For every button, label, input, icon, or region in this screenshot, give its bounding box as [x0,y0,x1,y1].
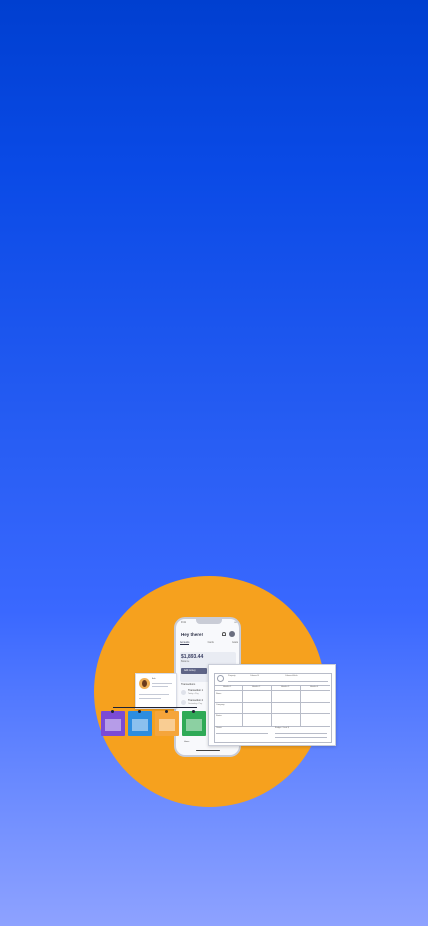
doc-column-rule [271,685,272,726]
color-card [155,709,179,736]
doc-rule [228,681,328,682]
transaction-subtitle: Yesterday • Pay [188,702,203,705]
user-card-line [139,698,161,699]
doc-rule [214,726,330,727]
color-card-inner [105,719,121,731]
doc-header-col: Column B [250,675,259,677]
doc-rule [214,690,330,691]
color-card-inner [186,719,202,731]
pin-icon [165,709,168,713]
connector-line [113,707,197,708]
user-card-name: Ada [152,678,156,680]
balance-label: Balance [181,661,190,663]
doc-footer-right: Budget / Limit $ [275,727,289,729]
illustration-scene: 9:41 ••• Hey there! Accounts Cards Goals… [0,0,428,926]
document-logo-icon [217,675,224,682]
transaction-subtitle: Today • Pay [188,692,199,695]
user-avatar-face [142,680,147,687]
transactions-heading: Transactions [181,683,196,686]
color-card-inner [132,719,148,731]
doc-header-col: Column A Info [285,675,298,677]
balance-amount: $1,893.44 [181,654,204,660]
status-time: 9:41 [181,621,186,624]
avatar [229,631,235,637]
doc-grid-header: Header 3 [281,686,290,688]
doc-rule [216,733,268,734]
color-card-inner [159,719,175,731]
doc-rule [214,702,330,703]
transaction-icon [181,690,186,695]
doc-column-rule [242,685,243,726]
doc-row-label: Company [216,704,225,706]
phone-greeting: Hey there! [181,632,204,637]
wireframe-document: Property Column B Column A Info Header 1… [208,664,336,746]
nav-home-label: Home [184,741,190,743]
pin-icon [192,709,195,713]
doc-row-label: Name [216,693,222,695]
phone-tab: Cards [207,642,214,644]
doc-grid-header: Header 4 [310,686,319,688]
doc-footer-left: Owner [216,727,222,729]
doc-column-rule [300,685,301,726]
user-card-line [152,683,172,684]
doc-rule [214,713,330,714]
add-money-button: Add money [181,668,207,674]
color-card [101,709,125,736]
doc-row-label: Status [216,715,222,717]
phone-tab: Goals [231,642,238,644]
phone-tabs: Accounts Cards Goals [180,642,238,645]
user-profile-card: Ada [135,673,177,709]
phone-status-bar: 9:41 ••• [181,621,237,624]
doc-rule [275,733,327,734]
bell-icon [222,632,226,636]
color-card [182,709,206,736]
doc-rule [275,737,327,738]
user-avatar [139,678,150,689]
pin-icon [111,709,114,713]
doc-grid-header: Header 2 [252,686,261,688]
user-card-line [139,694,169,695]
pin-icon [138,709,141,713]
color-card [128,709,152,736]
doc-header-col: Property [228,675,236,677]
user-card-line [152,686,168,687]
phone-tab: Accounts [180,642,190,645]
status-icons: ••• [234,621,237,624]
doc-grid-header: Header 1 [223,686,232,688]
transaction-icon [181,700,186,705]
home-indicator [196,750,220,751]
